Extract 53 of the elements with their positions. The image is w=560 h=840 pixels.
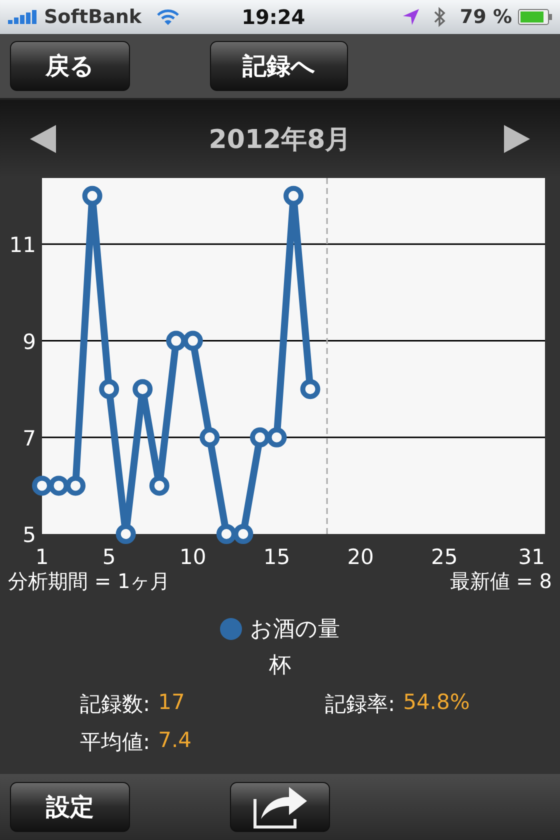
x-tick-label: 25: [431, 545, 458, 569]
stat-label: 平均値:: [80, 729, 150, 756]
y-tick-label: 5: [22, 523, 36, 547]
month-title: 2012年8月: [208, 124, 352, 156]
y-tick-label: 7: [22, 426, 36, 450]
signal-icon: [8, 10, 38, 24]
data-point: [284, 186, 304, 206]
bluetooth-icon: [434, 7, 446, 27]
data-point: [233, 524, 254, 544]
stat-value: 17: [158, 690, 185, 716]
data-point: [266, 427, 287, 448]
analysis-period: 分析期間 = 1ヶ月: [8, 568, 170, 595]
share-button[interactable]: [230, 782, 330, 832]
x-tick-label: 31: [518, 545, 545, 569]
data-point: [149, 476, 170, 496]
data-point: [48, 476, 69, 496]
data-point: [250, 427, 270, 448]
carrier-name: SoftBank: [44, 6, 142, 28]
x-tick-label: 20: [347, 545, 374, 569]
stat-label: 記録数:: [80, 691, 150, 718]
y-tick-label: 9: [22, 330, 36, 354]
stat-value: 7.4: [158, 728, 192, 754]
data-point: [216, 524, 236, 544]
previous-month-button[interactable]: [30, 125, 56, 153]
x-tick-label: 1: [35, 545, 49, 569]
record-button[interactable]: 記録へ: [210, 41, 348, 91]
location-arrow-icon: [402, 8, 420, 26]
stat-value: 54.8%: [403, 690, 470, 716]
stat-label: 記録率:: [325, 691, 396, 718]
x-tick-label: 5: [102, 545, 116, 569]
unit-label: 杯: [268, 652, 292, 680]
clock-time: 19:24: [242, 5, 306, 29]
data-point: [182, 330, 203, 351]
battery-icon: [518, 9, 552, 25]
data-point: [99, 379, 120, 400]
data-point: [200, 427, 220, 448]
data-point: [82, 186, 102, 206]
next-month-button[interactable]: [504, 125, 530, 153]
x-tick-label: 10: [180, 545, 206, 569]
battery-percent: 79 %: [460, 6, 512, 28]
legend-label: お酒の量: [250, 616, 340, 644]
data-point: [132, 379, 153, 400]
data-point: [166, 330, 186, 351]
latest-value: 最新値 = 8: [450, 568, 552, 595]
data-point: [300, 379, 320, 400]
settings-button[interactable]: 設定: [10, 782, 130, 832]
wifi-icon: [156, 8, 180, 26]
back-button[interactable]: 戻る: [10, 41, 130, 91]
data-point: [32, 476, 52, 496]
data-point: [116, 524, 136, 544]
y-tick-label: 11: [9, 233, 36, 258]
data-point: [66, 476, 86, 496]
x-tick-label: 15: [263, 545, 290, 569]
